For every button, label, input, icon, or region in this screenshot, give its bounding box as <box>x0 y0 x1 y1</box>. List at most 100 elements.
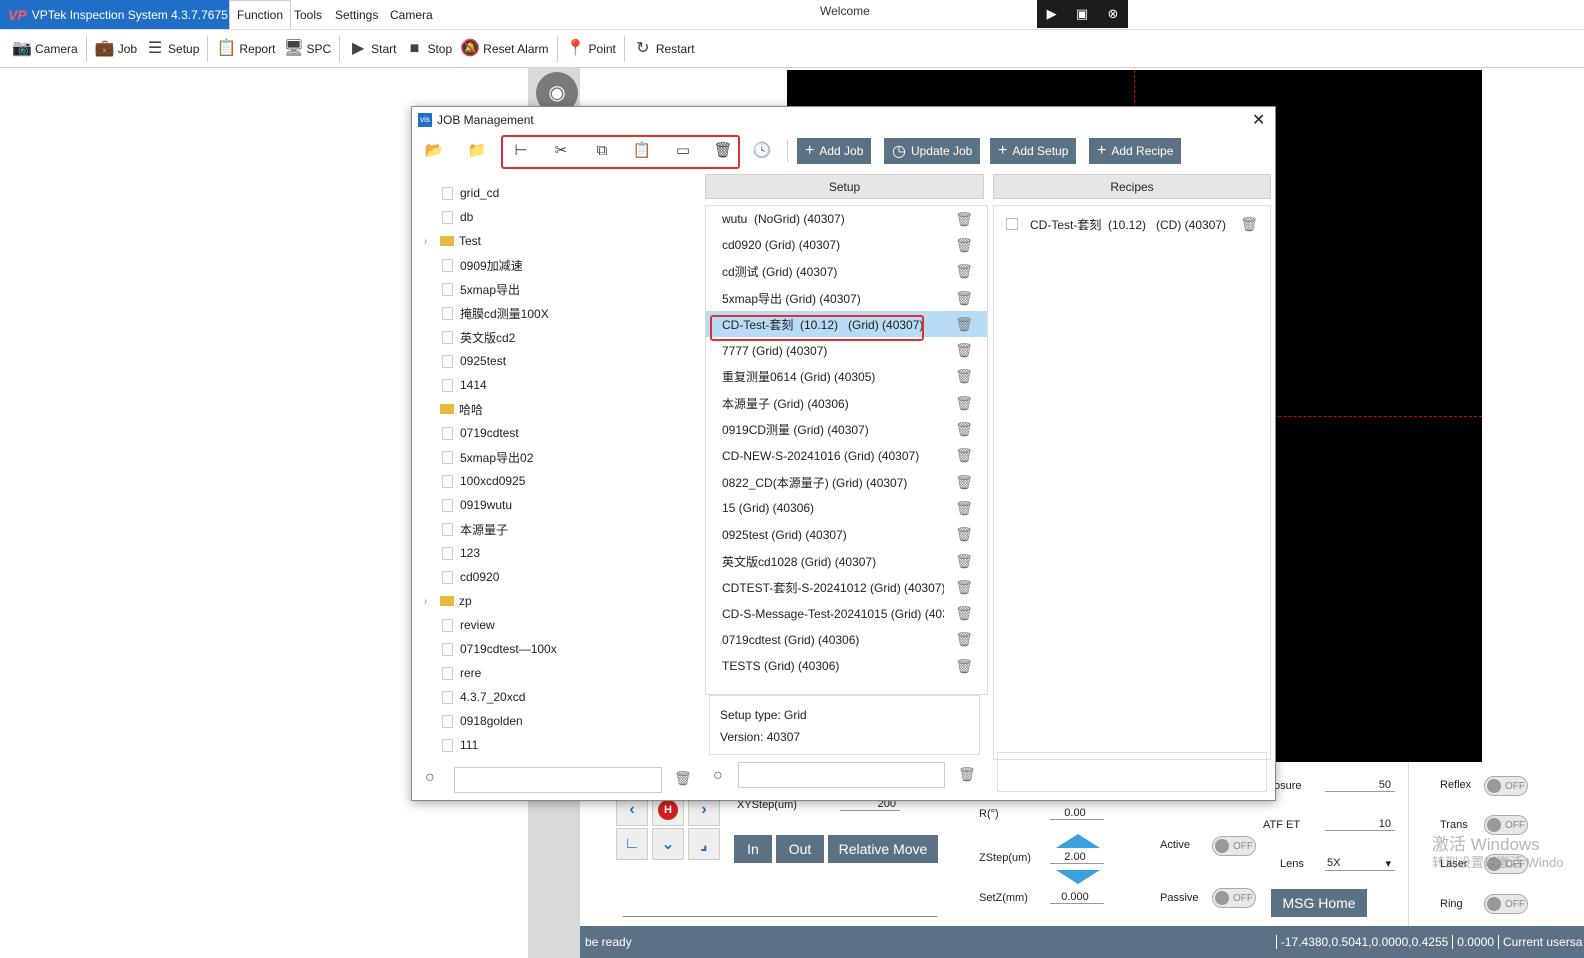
recipe-checkbox[interactable] <box>1006 218 1018 230</box>
move-down-button[interactable]: ⌄ <box>652 828 684 860</box>
trash-icon[interactable]: 🗑 <box>955 421 973 438</box>
trash-icon[interactable]: 🗑 <box>955 290 973 307</box>
tree-item[interactable]: 0719cdtest <box>432 421 702 445</box>
setup-row[interactable]: TESTS (Grid) (40306) 🗑 <box>706 653 987 679</box>
tree-item[interactable]: › Test <box>424 229 702 253</box>
tree-item[interactable]: 掩膜cd测量100X <box>432 301 702 325</box>
ring-toggle[interactable]: OFF <box>1484 894 1528 914</box>
trash-icon[interactable]: 🗑 <box>955 447 973 464</box>
tree-item[interactable]: 4.3.7_20xcd <box>432 685 702 709</box>
trash-icon[interactable]: 🗑 <box>955 631 973 648</box>
setup-row[interactable]: cd0920 (Grid) (40307) 🗑 <box>706 232 987 258</box>
restart-button[interactable]: ↻ Restart <box>629 34 699 64</box>
trash-icon[interactable]: 🗑 <box>1240 216 1258 233</box>
atf-field[interactable]: 10 <box>1325 818 1395 831</box>
setup-row[interactable]: 0719cdtest (Grid) (40306) 🗑 <box>706 627 987 653</box>
spc-button[interactable]: 🖥 SPC <box>279 34 335 64</box>
cut-icon[interactable]: ✂ <box>547 139 575 163</box>
add-job-button[interactable]: + Add Job <box>797 138 872 164</box>
tree-item[interactable]: 哈哈 <box>432 397 702 421</box>
trash-icon[interactable]: 🗑 <box>955 658 973 675</box>
trash-icon[interactable]: 🗑 <box>958 766 976 783</box>
menu-camera[interactable]: Camera <box>383 0 440 29</box>
tree-item[interactable]: 5xmap导出 <box>432 277 702 301</box>
add-setup-button[interactable]: + Add Setup <box>990 138 1077 164</box>
tree-item[interactable]: 0719cdtest—100x <box>432 637 702 661</box>
z-down-icon[interactable] <box>1056 870 1100 884</box>
tree-item[interactable]: 123 <box>432 541 702 565</box>
setup-search-input[interactable] <box>738 762 945 788</box>
report-button[interactable]: 📋 Report <box>212 34 279 64</box>
trash-icon[interactable]: 🗑 <box>955 526 973 543</box>
tree-item[interactable]: 0919wutu <box>432 493 702 517</box>
setup-row[interactable]: 15 (Grid) (40306) 🗑 <box>706 495 987 521</box>
setup-button[interactable]: ☰ Setup <box>141 34 203 64</box>
setup-row[interactable]: CD-NEW-S-20241016 (Grid) (40307) 🗑 <box>706 443 987 469</box>
tree-structure-icon[interactable]: ⊢ <box>507 139 535 163</box>
move-bottom-left-button[interactable]: ∟ <box>616 828 648 860</box>
msg-home-button[interactable]: MSG Home <box>1271 889 1367 917</box>
trash-icon[interactable]: 🗑 <box>955 553 973 570</box>
tree-item[interactable]: › zp <box>424 589 702 613</box>
reflex-toggle[interactable]: OFF <box>1484 776 1528 796</box>
trash-icon[interactable]: 🗑 <box>955 395 973 412</box>
lens-select[interactable]: 5X ▾ <box>1325 857 1395 871</box>
trash-icon[interactable]: 🗑 <box>955 237 973 254</box>
move-bottom-right-button[interactable]: ⌟ <box>688 828 720 860</box>
tree-item[interactable]: 本源量子 <box>432 517 702 541</box>
in-button[interactable]: In <box>734 835 772 863</box>
paste-icon[interactable]: 📋 <box>628 139 656 163</box>
trash-icon[interactable]: 🗑 <box>955 368 973 385</box>
setup-row[interactable]: 0925test (Grid) (40307) 🗑 <box>706 522 987 548</box>
restore-icon[interactable]: ▣ <box>1076 6 1088 22</box>
setup-row[interactable]: 5xmap导出 (Grid) (40307) 🗑 <box>706 285 987 311</box>
folder-icon[interactable]: 📁 <box>463 139 491 163</box>
open-folder-icon[interactable]: 📂 <box>420 139 448 163</box>
chevron-right-icon[interactable]: › <box>424 236 427 247</box>
setz-field[interactable]: 0.000 <box>1050 891 1104 904</box>
setup-row[interactable]: cd测试 (Grid) (40307) 🗑 <box>706 259 987 285</box>
start-button[interactable]: ▶ Start <box>344 34 400 64</box>
zstep-field[interactable]: 2.00 <box>1050 851 1104 864</box>
dialog-close-icon[interactable]: ✕ <box>1252 110 1265 130</box>
trash-icon[interactable]: 🗑 <box>955 211 973 228</box>
add-recipe-button[interactable]: + Add Recipe <box>1089 138 1182 164</box>
setup-row[interactable]: wutu (NoGrid) (40307) 🗑 <box>706 206 987 232</box>
trash-icon[interactable]: 🗑 <box>955 474 973 491</box>
trash-icon[interactable]: 🗑 <box>955 605 973 622</box>
history-icon[interactable]: 🕓 <box>748 139 776 163</box>
tree-item[interactable]: 0909加减速 <box>432 253 702 277</box>
z-up-icon[interactable] <box>1056 834 1100 848</box>
trash-icon[interactable]: 🗑 <box>955 342 973 359</box>
tree-item[interactable]: grid_cd <box>432 181 702 205</box>
reset-alarm-button[interactable]: 🔕 Reset Alarm <box>456 34 552 64</box>
setup-row[interactable]: 7777 (Grid) (40307) 🗑 <box>706 337 987 363</box>
tree-item[interactable]: db <box>432 205 702 229</box>
trash-icon[interactable]: 🗑 <box>955 500 973 517</box>
minimize-icon[interactable]: ▶ <box>1047 6 1057 22</box>
setup-row[interactable]: CD-S-Message-Test-20241015 (Grid) (403 🗑 <box>706 600 987 626</box>
relative-move-button[interactable]: Relative Move <box>828 835 938 863</box>
tree-item[interactable]: 0918golden <box>432 709 702 733</box>
recipe-row[interactable]: CD-Test-套刻 (10.12) (CD) (40307) 🗑 <box>994 209 1270 239</box>
trash-icon[interactable]: 🗑 <box>955 263 973 280</box>
camera-button[interactable]: 📷 Camera <box>8 34 82 64</box>
passive-toggle[interactable]: OFF <box>1212 888 1256 908</box>
tree-item[interactable]: cd0920 <box>432 565 702 589</box>
menu-function[interactable]: Function <box>229 0 292 29</box>
stop-button[interactable]: ■ Stop <box>400 34 456 64</box>
point-button[interactable]: 📍 Point <box>562 34 620 64</box>
exposure-field[interactable]: 50 <box>1325 779 1395 792</box>
tree-item[interactable]: 1414 <box>432 373 702 397</box>
setup-row[interactable]: 0919CD测量 (Grid) (40307) 🗑 <box>706 416 987 442</box>
menu-tools[interactable]: Tools <box>287 0 329 29</box>
setup-row[interactable]: 重复测量0614 (Grid) (40305) 🗑 <box>706 364 987 390</box>
copy-icon[interactable]: ⧉ <box>588 139 616 163</box>
chevron-right-icon[interactable]: › <box>424 596 427 607</box>
out-button[interactable]: Out <box>776 835 824 863</box>
setup-row[interactable]: 本源量子 (Grid) (40306) 🗑 <box>706 390 987 416</box>
setup-row[interactable]: 0822_CD(本源量子) (Grid) (40307) 🗑 <box>706 469 987 495</box>
setup-row[interactable]: CDTEST-套刻-S-20241012 (Grid) (40307) 🗑 <box>706 574 987 600</box>
trash-icon[interactable]: 🗑 <box>955 579 973 596</box>
r-field[interactable]: 0.00 <box>1050 807 1104 820</box>
